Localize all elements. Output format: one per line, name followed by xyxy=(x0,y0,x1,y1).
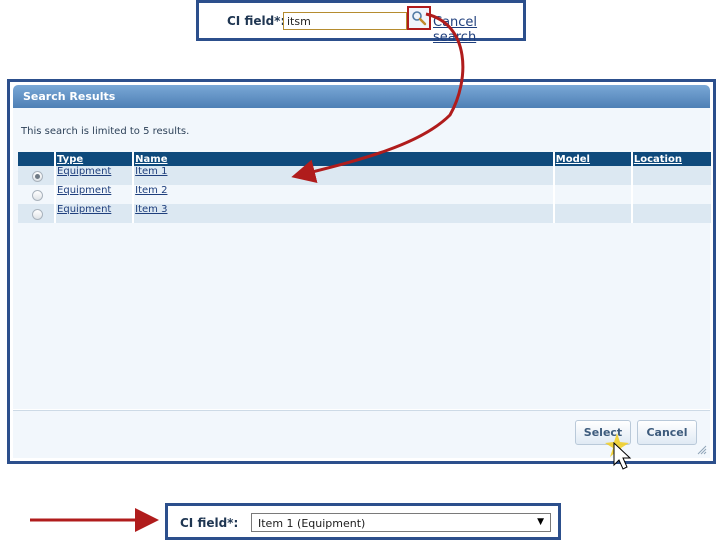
location-cell xyxy=(631,204,714,223)
cancel-button[interactable]: Cancel xyxy=(637,420,697,445)
name-cell: Item 1 xyxy=(133,166,555,185)
magnifier-icon xyxy=(412,11,427,26)
name-cell: Item 3 xyxy=(133,204,555,223)
type-cell: Equipment xyxy=(55,204,135,223)
name-link[interactable]: Item 1 xyxy=(135,166,167,177)
type-cell: Equipment xyxy=(55,166,135,185)
type-link[interactable]: Equipment xyxy=(57,166,111,177)
select-cell xyxy=(18,204,57,223)
table-row: Equipment Item 1 xyxy=(18,166,714,185)
table-row: Equipment Item 3 xyxy=(18,204,714,223)
model-cell xyxy=(553,166,633,185)
search-results-dialog: Search Results This search is limited to… xyxy=(7,79,716,464)
type-link[interactable]: Equipment xyxy=(57,185,111,196)
column-header-select xyxy=(18,152,57,166)
column-header-model[interactable]: Model xyxy=(553,152,633,166)
name-cell: Item 2 xyxy=(133,185,555,204)
row-radio[interactable] xyxy=(32,190,43,201)
location-cell xyxy=(631,166,714,185)
resize-grip-icon[interactable] xyxy=(697,445,707,455)
table-row: Equipment Item 2 xyxy=(18,185,714,204)
column-header-type[interactable]: Type xyxy=(55,152,135,166)
results-table: Type Name Model Location Equipment Item … xyxy=(18,152,714,223)
model-cell xyxy=(553,204,633,223)
limit-notice: This search is limited to 5 results. xyxy=(21,126,190,137)
row-radio-selected[interactable] xyxy=(32,171,43,182)
name-link[interactable]: Item 3 xyxy=(135,204,167,215)
ci-search-panel: CI field*: Cancel search xyxy=(196,0,526,45)
ci-select-value: Item 1 (Equipment) xyxy=(258,517,366,530)
ci-search-input[interactable] xyxy=(283,12,407,30)
search-button[interactable] xyxy=(407,6,431,30)
type-link[interactable]: Equipment xyxy=(57,204,111,215)
select-cell xyxy=(18,185,57,204)
model-cell xyxy=(553,185,633,204)
type-cell: Equipment xyxy=(55,185,135,204)
ci-select-dropdown[interactable]: Item 1 (Equipment) ▼ xyxy=(251,513,551,532)
name-link[interactable]: Item 2 xyxy=(135,185,167,196)
table-header-row: Type Name Model Location xyxy=(18,152,714,166)
triangle-down-icon: ▼ xyxy=(537,517,544,527)
location-cell xyxy=(631,185,714,204)
ci-result-panel: CI field*: Item 1 (Equipment) ▼ xyxy=(165,503,561,540)
cancel-search-link[interactable]: Cancel search xyxy=(433,15,523,45)
column-header-location[interactable]: Location xyxy=(631,152,714,166)
dialog-body: This search is limited to 5 results. Typ… xyxy=(13,108,714,409)
row-radio[interactable] xyxy=(32,209,43,220)
ci-field-label: CI field*: xyxy=(180,516,239,530)
dialog-header: Search Results xyxy=(13,85,710,108)
select-cell xyxy=(18,166,57,185)
dialog-footer: Select Cancel xyxy=(13,410,710,458)
column-header-name[interactable]: Name xyxy=(133,152,555,166)
select-button[interactable]: Select xyxy=(575,420,631,445)
ci-field-label: CI field*: xyxy=(227,14,286,28)
dialog-title: Search Results xyxy=(23,90,116,103)
